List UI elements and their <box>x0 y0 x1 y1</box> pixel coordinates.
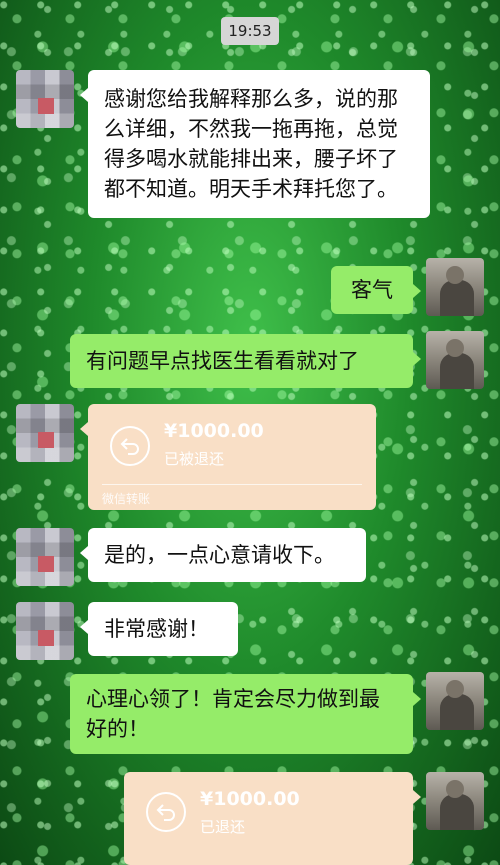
transfer-card[interactable]: ¥1000.00 已被退还 微信转账 <box>80 404 376 510</box>
timestamp: 19:53 <box>221 17 279 45</box>
contact-avatar[interactable] <box>16 404 74 462</box>
message-bubble[interactable]: 客气 <box>331 266 421 314</box>
contact-avatar[interactable] <box>16 528 74 586</box>
message-text: 感谢您给我解释那么多，说的那么详细，不然我一拖再拖，总觉得多喝水就能排出来，腰子… <box>104 87 398 201</box>
my-avatar[interactable] <box>426 331 484 389</box>
my-avatar[interactable] <box>426 672 484 730</box>
contact-avatar[interactable] <box>16 602 74 660</box>
message-bubble[interactable]: 是的，一点心意请收下。 <box>80 528 366 582</box>
transfer-status: 已被退还 <box>164 450 225 468</box>
return-arrow-icon <box>110 426 150 466</box>
message-text: 有问题早点找医生看看就对了 <box>86 349 359 373</box>
transfer-amount: ¥1000.00 <box>164 420 264 442</box>
transfer-footer: 微信转账 <box>102 492 151 506</box>
contact-avatar[interactable] <box>16 70 74 128</box>
my-avatar[interactable] <box>426 258 484 316</box>
message-bubble[interactable]: 心理心领了！肯定会尽力做到最好的！ <box>70 674 421 754</box>
message-text: 非常感谢！ <box>104 617 209 641</box>
transfer-status: 已退还 <box>200 818 246 836</box>
transfer-card[interactable]: ¥1000.00 已退还 <box>124 772 421 865</box>
my-avatar[interactable] <box>426 772 484 830</box>
message-bubble[interactable]: 感谢您给我解释那么多，说的那么详细，不然我一拖再拖，总觉得多喝水就能排出来，腰子… <box>80 70 430 218</box>
divider <box>102 484 362 485</box>
return-arrow-icon <box>146 792 186 832</box>
message-text: 是的，一点心意请收下。 <box>104 543 335 567</box>
message-bubble[interactable]: 有问题早点找医生看看就对了 <box>70 334 421 388</box>
message-text: 客气 <box>351 278 393 302</box>
message-text: 心理心领了！肯定会尽力做到最好的！ <box>86 687 380 741</box>
message-bubble[interactable]: 非常感谢！ <box>80 602 238 656</box>
transfer-amount: ¥1000.00 <box>200 788 300 810</box>
